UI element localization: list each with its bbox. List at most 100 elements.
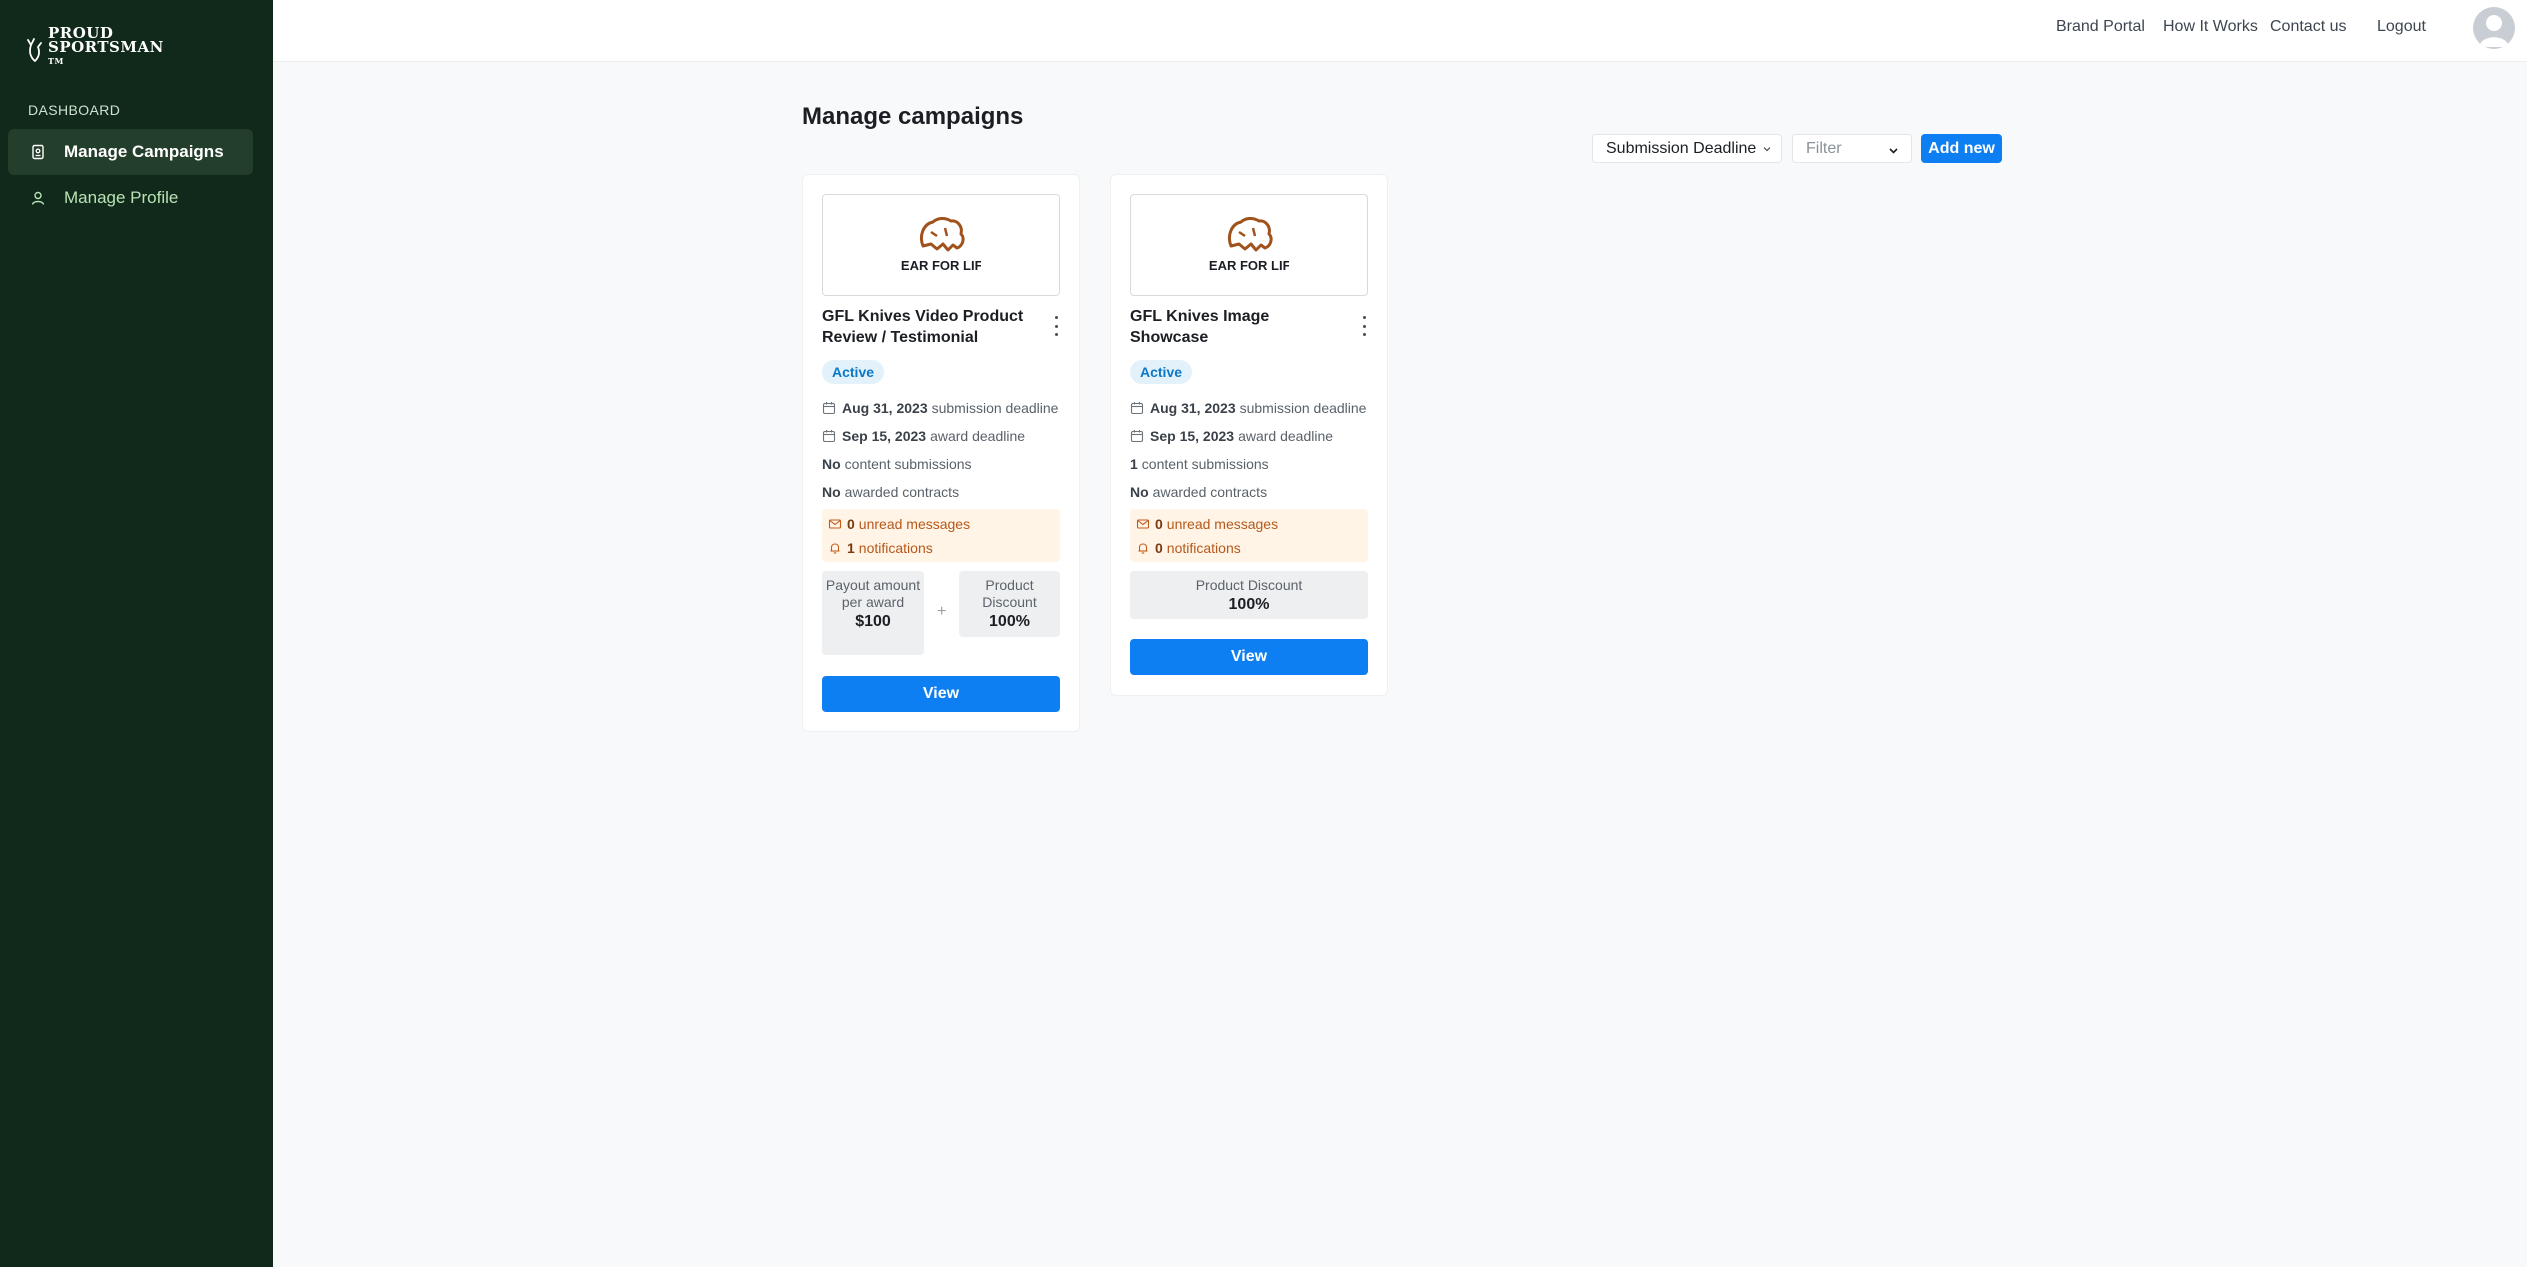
content-submissions: No content submissions bbox=[822, 456, 972, 472]
discount-value: 100% bbox=[989, 613, 1030, 630]
award-deadline: Sep 15, 2023 award deadline bbox=[822, 428, 1025, 444]
awarded-contracts: No awarded contracts bbox=[1130, 484, 1267, 500]
notifications-count-row: 0 notifications bbox=[1136, 540, 1241, 556]
calendar-icon bbox=[1130, 402, 1144, 415]
chevron-down-icon bbox=[1763, 146, 1771, 151]
content-label: content submissions bbox=[1141, 456, 1269, 472]
notifications-count-row: 1 notifications bbox=[828, 540, 933, 556]
award-label: award deadline bbox=[930, 428, 1026, 444]
contracts-count: No bbox=[1130, 484, 1149, 500]
sidebar-item-manage-campaigns[interactable]: Manage Campaigns bbox=[8, 129, 253, 175]
notif-label: notifications bbox=[1166, 540, 1241, 556]
top-navbar: Brand Portal How It Works Contact us Log… bbox=[273, 0, 2527, 62]
main-content: Brand Portal How It Works Contact us Log… bbox=[273, 0, 2527, 1267]
unread-count: 0 bbox=[847, 516, 855, 532]
sort-select-value: Submission Deadline bbox=[1606, 139, 1757, 157]
content-label: content submissions bbox=[844, 456, 972, 472]
calendar-icon bbox=[822, 402, 836, 415]
payout-value: $100 bbox=[855, 613, 891, 630]
submission-date: Aug 31, 2023 bbox=[842, 400, 928, 416]
award-deadline: Sep 15, 2023 award deadline bbox=[1130, 428, 1333, 444]
avatar[interactable] bbox=[2473, 7, 2515, 49]
payout-label: Payout amount per award bbox=[825, 577, 921, 610]
unread-label: unread messages bbox=[858, 516, 971, 532]
submission-deadline: Aug 31, 2023 submission deadline bbox=[822, 400, 1058, 416]
gear-for-life-logo: GEAR FOR LIFE bbox=[901, 217, 981, 273]
discount-label: Product Discount bbox=[1195, 577, 1303, 593]
envelope-icon bbox=[1136, 519, 1150, 529]
discount-box: Product Discount 100% bbox=[1130, 571, 1368, 619]
plus-sign: + bbox=[937, 603, 947, 620]
view-button[interactable]: View bbox=[1130, 639, 1368, 675]
campaign-card: GEAR FOR LIFE GFL Knives Image Showcase … bbox=[1110, 174, 1388, 696]
contracts-count: No bbox=[822, 484, 841, 500]
submission-date: Aug 31, 2023 bbox=[1150, 400, 1236, 416]
unread-messages: 0 unread messages bbox=[1136, 516, 1278, 532]
view-button[interactable]: View bbox=[822, 676, 1060, 712]
nav-link-logout[interactable]: Logout bbox=[2377, 18, 2426, 36]
logo-lettering: GEAR FOR LIFE bbox=[1209, 258, 1289, 273]
sidebar-item-label: Manage Profile bbox=[64, 188, 179, 207]
sidebar: Proud Sportsman TM DASHBOARD Manage Campa… bbox=[0, 0, 273, 1267]
sidebar-item-manage-profile[interactable]: Manage Profile bbox=[8, 175, 253, 221]
notifications-box[interactable]: 0 unread messages 1 notifications bbox=[822, 509, 1060, 562]
award-date: Sep 15, 2023 bbox=[842, 428, 927, 444]
payout-box: Payout amount per award $100 bbox=[822, 571, 924, 655]
notif-label: notifications bbox=[858, 540, 933, 556]
unread-count: 0 bbox=[1155, 516, 1163, 532]
nav-link-how-it-works[interactable]: How It Works bbox=[2163, 18, 2258, 36]
envelope-icon bbox=[828, 519, 842, 529]
discount-box: Product Discount 100% bbox=[959, 571, 1060, 637]
bell-icon bbox=[1138, 543, 1148, 554]
filter-select[interactable]: Filter bbox=[1792, 134, 1912, 163]
nav-link-contact-us[interactable]: Contact us bbox=[2270, 18, 2346, 36]
campaign-icon bbox=[32, 144, 44, 160]
campaign-title: GFL Knives Video Product Review / Testim… bbox=[822, 308, 1024, 346]
content-count: 1 bbox=[1130, 456, 1138, 472]
more-options-icon[interactable] bbox=[1359, 316, 1369, 336]
nav-heading-dashboard: DASHBOARD bbox=[28, 102, 121, 118]
filter-select-placeholder: Filter bbox=[1806, 139, 1842, 157]
logo-lettering: GEAR FOR LIFE bbox=[901, 258, 981, 273]
status-badge: Active bbox=[822, 360, 885, 384]
logo-tm: TM bbox=[48, 56, 64, 66]
content-count: No bbox=[822, 456, 841, 472]
notif-count: 0 bbox=[1155, 540, 1163, 556]
logo-line-2: Sportsman bbox=[48, 38, 164, 56]
unread-messages: 0 unread messages bbox=[828, 516, 970, 532]
campaign-title: GFL Knives Image Showcase bbox=[1130, 308, 1270, 346]
app-root: Proud Sportsman TM DASHBOARD Manage Campa… bbox=[0, 0, 2527, 1267]
sidebar-item-label: Manage Campaigns bbox=[64, 142, 224, 161]
award-label: award deadline bbox=[1238, 428, 1334, 444]
add-new-button[interactable]: Add new bbox=[1921, 134, 2002, 163]
submission-deadline: Aug 31, 2023 submission deadline bbox=[1130, 400, 1366, 416]
awarded-contracts: No awarded contracts bbox=[822, 484, 959, 500]
chevron-down-icon bbox=[1889, 148, 1898, 154]
campaign-image: GEAR FOR LIFE bbox=[822, 194, 1060, 296]
campaign-image: GEAR FOR LIFE bbox=[1130, 194, 1368, 296]
content-submissions: 1 content submissions bbox=[1130, 456, 1269, 472]
gear-for-life-logo: GEAR FOR LIFE bbox=[1209, 217, 1289, 273]
discount-value: 100% bbox=[1228, 596, 1270, 613]
logo-wordmark: Proud Sportsman TM bbox=[48, 26, 164, 72]
campaign-card: GEAR FOR LIFE GFL Knives Video Product R… bbox=[802, 174, 1080, 732]
submission-label: submission deadline bbox=[1239, 400, 1367, 416]
calendar-icon bbox=[1130, 430, 1144, 443]
discount-label: Product Discount bbox=[982, 577, 1037, 610]
page-title: Manage campaigns bbox=[802, 103, 1024, 130]
nav-link-brand-portal[interactable]: Brand Portal bbox=[2056, 18, 2145, 36]
award-date: Sep 15, 2023 bbox=[1150, 428, 1235, 444]
notif-count: 1 bbox=[847, 540, 855, 556]
bell-icon bbox=[830, 543, 840, 554]
proud-sportsman-logo[interactable]: Proud Sportsman TM bbox=[26, 26, 164, 72]
status-badge: Active bbox=[1130, 360, 1193, 384]
calendar-icon bbox=[822, 430, 836, 443]
notifications-box[interactable]: 0 unread messages 0 notifications bbox=[1130, 509, 1368, 562]
user-icon bbox=[31, 191, 45, 205]
sort-select[interactable]: Submission Deadline bbox=[1592, 134, 1782, 163]
contracts-label: awarded contracts bbox=[1152, 484, 1268, 500]
submission-label: submission deadline bbox=[931, 400, 1059, 416]
more-options-icon[interactable] bbox=[1051, 316, 1061, 336]
unread-label: unread messages bbox=[1166, 516, 1279, 532]
antler-logo-icon bbox=[27, 38, 42, 62]
